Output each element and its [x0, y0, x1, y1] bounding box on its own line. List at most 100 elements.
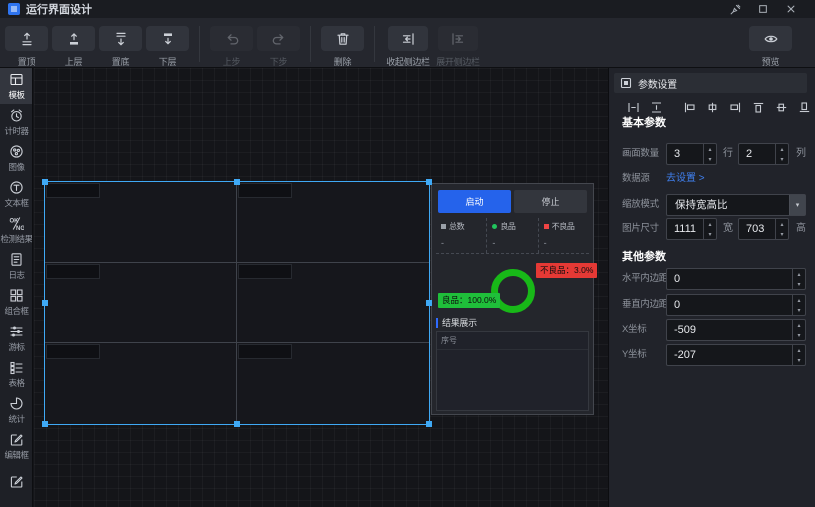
v-padding-input[interactable]	[667, 295, 792, 315]
ok-ng-icon: OKNG	[9, 215, 24, 231]
sidebar-item-textbox[interactable]: 文本框	[0, 176, 33, 212]
align-right-button[interactable]	[729, 100, 742, 114]
v-padding-spinner[interactable]: ▴▾	[792, 295, 805, 315]
layer-down-button[interactable]: 下层	[145, 26, 190, 68]
template-cell[interactable]	[45, 343, 237, 424]
selection-handle-bottom-mid[interactable]	[234, 421, 240, 427]
start-button[interactable]: 启动	[438, 190, 511, 213]
sidebar-item-template[interactable]: 模板	[0, 68, 33, 104]
sidebar-item-combobox[interactable]: 组合框	[0, 284, 33, 320]
basic-params-title: 基本参数	[622, 114, 666, 130]
cell-label-box	[46, 183, 100, 198]
selection-handle-mid-left[interactable]	[42, 300, 48, 306]
rows-spinner[interactable]: ▴▾	[703, 144, 716, 164]
stat-value: -	[544, 238, 584, 248]
sidebar-item-editbox[interactable]: 编辑框	[0, 428, 33, 464]
y-coord-row: Y坐标 ▴▾	[609, 344, 815, 366]
sidebar-item-slider[interactable]: 游标	[0, 320, 33, 356]
h-padding-spinner[interactable]: ▴▾	[792, 269, 805, 289]
sidebar-item-table[interactable]: 表格	[0, 356, 33, 392]
preview-button[interactable]: 预览	[748, 26, 793, 68]
sidebar-item-image[interactable]: 图像	[0, 140, 33, 176]
close-icon[interactable]	[785, 3, 797, 15]
height-unit: 高	[796, 218, 806, 240]
sidebar-item-label: 模板	[8, 89, 24, 101]
sidebar-item-stats[interactable]: 统计	[0, 392, 33, 428]
y-coord-label: Y坐标	[622, 344, 646, 366]
align-top-button[interactable]	[752, 100, 765, 114]
scale-mode-select[interactable]: 保持宽高比 ▾	[666, 194, 806, 216]
align-middle-vertical-button[interactable]	[775, 100, 788, 114]
template-cell[interactable]	[237, 343, 429, 424]
stop-button[interactable]: 停止	[514, 190, 587, 213]
selection-handle-bottom-right[interactable]	[426, 421, 432, 427]
sidebar-item-log[interactable]: 日志	[0, 248, 33, 284]
window-title: 运行界面设计	[26, 1, 92, 17]
h-padding-input[interactable]	[667, 269, 792, 289]
sidebar-item-label: 文本框	[4, 197, 28, 209]
stat-label: 不良品	[552, 221, 575, 232]
send-to-back-label: 置底	[112, 55, 129, 68]
maximize-icon[interactable]	[757, 3, 769, 15]
layer-up-button[interactable]: 上层	[51, 26, 96, 68]
sidebar-item-extra[interactable]	[0, 464, 33, 500]
result-panel-widget[interactable]: 启动 停止 总数 - 良品 -	[431, 183, 594, 415]
datasource-link[interactable]: 去设置 >	[666, 171, 705, 187]
align-left-button[interactable]	[683, 100, 696, 114]
selection-handle-top-left[interactable]	[42, 179, 48, 185]
toolbar-separator	[199, 26, 200, 62]
selection-handle-mid-right[interactable]	[426, 300, 432, 306]
cols-input[interactable]	[739, 144, 775, 164]
template-cell[interactable]	[237, 263, 429, 344]
combobox-icon	[9, 287, 24, 303]
edit-icon	[9, 431, 24, 447]
v-padding-label: 垂直内边距	[622, 294, 668, 316]
send-to-back-button[interactable]: 置底	[98, 26, 143, 68]
align-center-horizontal-button[interactable]	[706, 100, 719, 114]
cols-spinner[interactable]: ▴▾	[775, 144, 788, 164]
template-cell[interactable]	[237, 182, 429, 263]
sidebar-item-timer[interactable]: 计时器	[0, 104, 33, 140]
sidebar-item-detect-result[interactable]: OKNG 检测结果	[0, 212, 33, 248]
textbox-icon	[9, 179, 24, 195]
selection-handle-bottom-left[interactable]	[42, 421, 48, 427]
image-width-input[interactable]	[667, 219, 703, 239]
collapse-sidebar-button[interactable]: 收起侧边栏	[384, 26, 432, 68]
redo-icon	[271, 31, 287, 47]
bring-to-front-button[interactable]: 置顶	[4, 26, 49, 68]
template-cell[interactable]	[45, 263, 237, 344]
x-coord-spinner[interactable]: ▴▾	[792, 320, 805, 340]
toolbar-separator	[310, 26, 311, 62]
expand-sidebar-button[interactable]: 展开侧边栏	[434, 26, 482, 68]
undo-button[interactable]: 上步	[209, 26, 254, 68]
image-height-spinner[interactable]: ▴▾	[775, 219, 788, 239]
distribute-horizontal-button[interactable]	[627, 100, 640, 114]
cols-unit: 列	[796, 143, 806, 165]
svg-text:NG: NG	[16, 225, 24, 230]
image-height-input[interactable]	[739, 219, 775, 239]
layer-down-label: 下层	[159, 55, 176, 68]
selection-handle-top-right[interactable]	[426, 179, 432, 185]
defect-dot-icon	[544, 224, 549, 229]
selection-handle-top-mid[interactable]	[234, 179, 240, 185]
rows-input[interactable]	[667, 144, 703, 164]
y-coord-spinner[interactable]: ▴▾	[792, 345, 805, 365]
scale-mode-value: 保持宽高比	[667, 195, 789, 215]
pin-icon[interactable]	[729, 3, 741, 15]
redo-button[interactable]: 下步	[256, 26, 301, 68]
design-canvas[interactable]: 启动 停止 总数 - 良品 -	[34, 68, 608, 507]
template-cell[interactable]	[45, 182, 237, 263]
delete-button[interactable]: 删除	[320, 26, 365, 68]
bring-to-front-label: 置顶	[18, 55, 35, 68]
align-bottom-button[interactable]	[798, 100, 811, 114]
cols-input-wrap: ▴▾	[738, 143, 789, 165]
image-width-spinner[interactable]: ▴▾	[703, 219, 716, 239]
stat-good: 良品 -	[486, 218, 537, 253]
history-button-group: 上步 下步	[209, 26, 301, 68]
x-coord-input[interactable]	[667, 320, 792, 340]
template-widget[interactable]	[44, 181, 430, 425]
distribute-vertical-button[interactable]	[650, 100, 663, 114]
h-padding-row: 水平内边距 ▴▾	[609, 268, 815, 290]
y-coord-input[interactable]	[667, 345, 792, 365]
app-window: 运行界面设计 置顶 上	[0, 0, 815, 507]
